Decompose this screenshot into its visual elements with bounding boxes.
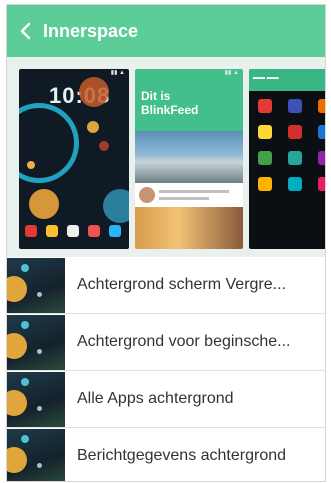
app-icon — [288, 177, 302, 191]
app-icon — [258, 125, 272, 139]
lockscreen-preview[interactable]: ▮▮ ▲ 10:08 — [19, 69, 129, 249]
app-drawer-header: ▬▬ ▬▬ — [249, 69, 325, 91]
text-placeholder — [159, 190, 229, 193]
apps-icon — [67, 225, 79, 237]
list-item-label: Achtergrond voor beginsche... — [77, 333, 291, 350]
app-icon — [258, 151, 272, 165]
text-placeholder: ▬▬ ▬▬ — [253, 75, 279, 81]
bubble-decoration — [87, 121, 99, 133]
wallpaper-thumbnail — [7, 314, 65, 370]
app-icon — [318, 99, 325, 113]
app-icon — [288, 151, 302, 165]
list-item[interactable]: Achtergrond voor beginsche... — [7, 314, 325, 371]
bubble-decoration — [27, 161, 35, 169]
app-icon — [288, 99, 302, 113]
list-item-label: Achtergrond scherm Vergre... — [77, 276, 286, 293]
app-window: Innerspace ▮▮ ▲ 10:08 ▮▮ ▲ — [6, 4, 326, 482]
blinkfeed-title: Dit is BlinkFeed — [141, 89, 199, 117]
messages-icon — [46, 225, 58, 237]
bubble-decoration — [79, 77, 109, 107]
camera-icon — [109, 225, 121, 237]
page-title: Innerspace — [43, 20, 139, 41]
chevron-left-icon — [20, 22, 31, 40]
mail-icon — [88, 225, 100, 237]
app-icon — [318, 177, 325, 191]
app-grid — [253, 99, 325, 191]
list-item-label: Alle Apps achtergrond — [77, 390, 234, 407]
status-bar: ▮▮ ▲ — [110, 70, 125, 76]
list-item-label: Berichtgegevens achtergrond — [77, 447, 287, 464]
avatar — [139, 187, 155, 203]
list-item[interactable]: Alle Apps achtergrond — [7, 371, 325, 428]
wallpaper-thumbnail — [7, 371, 65, 427]
app-icon — [318, 125, 325, 139]
back-button[interactable] — [7, 5, 43, 57]
text-placeholder — [159, 197, 209, 200]
list-item[interactable]: Berichtgegevens achtergrond — [7, 428, 325, 481]
feed-card — [135, 183, 243, 207]
theme-preview-strip[interactable]: ▮▮ ▲ 10:08 ▮▮ ▲ Dit is BlinkFeed — [7, 57, 325, 257]
ring-decoration — [19, 103, 79, 183]
header-bar: Innerspace — [7, 5, 325, 57]
app-icon — [318, 151, 325, 165]
feed-image — [135, 131, 243, 183]
wallpaper-thumbnail — [7, 257, 65, 313]
app-icon — [288, 125, 302, 139]
status-bar: ▮▮ ▲ — [224, 70, 239, 76]
wallpaper-options-list: Achtergrond scherm Vergre... Achtergrond… — [7, 257, 325, 481]
feed-image — [135, 207, 243, 249]
app-drawer-preview[interactable]: ▬▬ ▬▬ — [249, 69, 325, 249]
blinkfeed-header: ▮▮ ▲ Dit is BlinkFeed — [135, 69, 243, 131]
app-icon — [258, 99, 272, 113]
phone-icon — [25, 225, 37, 237]
list-item[interactable]: Achtergrond scherm Vergre... — [7, 257, 325, 314]
dock — [25, 225, 121, 241]
bubble-decoration — [99, 141, 109, 151]
bubble-decoration — [103, 189, 129, 223]
wallpaper-thumbnail — [7, 428, 65, 481]
app-icon — [258, 177, 272, 191]
blinkfeed-preview[interactable]: ▮▮ ▲ Dit is BlinkFeed — [135, 69, 243, 249]
bubble-decoration — [29, 189, 59, 219]
